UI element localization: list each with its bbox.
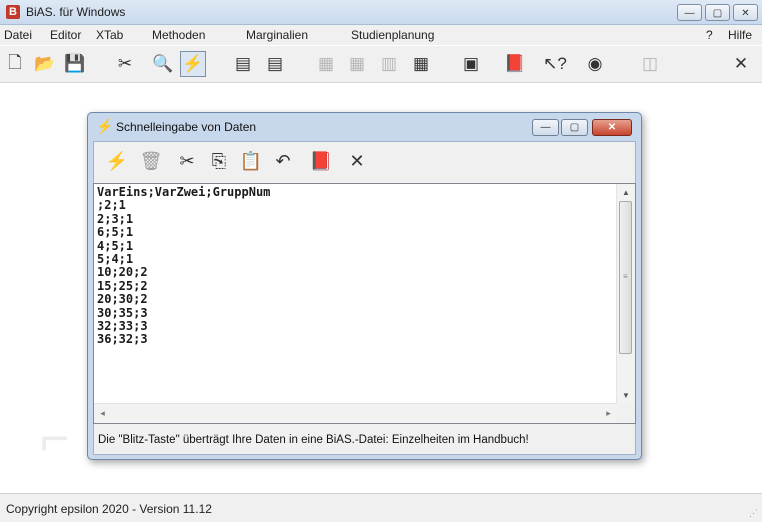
data-textarea[interactable]: VarEins;VarZwei;GruppNum ;2;1 2;3;1 6;5;… <box>94 184 617 404</box>
dialog-maximize-button[interactable]: ▢ <box>561 119 588 136</box>
close-icon[interactable]: ✕ <box>728 51 754 77</box>
lightning-icon: ⚡ <box>96 118 114 134</box>
hint-text: Die "Blitz-Taste" überträgt Ihre Daten i… <box>98 434 529 446</box>
thumb-grip-icon: ≡ <box>623 272 628 281</box>
menu-studienplanung[interactable]: Studienplanung <box>351 28 434 42</box>
handbook-icon[interactable]: 📕 <box>308 148 334 174</box>
scroll-left-arrow-icon[interactable]: ◂ <box>94 404 111 423</box>
globe-icon[interactable]: ◉ <box>582 51 608 77</box>
data-line: 4;5;1 <box>97 238 134 253</box>
menu-hilfe[interactable]: Hilfe <box>728 28 752 42</box>
scroll-corner <box>617 404 635 423</box>
cut-icon[interactable]: ✂ <box>174 148 200 174</box>
data-line: 15;25;2 <box>97 278 148 293</box>
window-title: BiAS. für Windows <box>26 5 126 19</box>
minimize-button[interactable]: — <box>677 4 702 21</box>
vertical-scrollbar[interactable]: ▲ ≡ ▼ <box>616 184 635 404</box>
background-logo: ⌐ <box>40 410 74 466</box>
close-icon[interactable]: ✕ <box>344 148 370 174</box>
check-list-green-icon[interactable]: ▤ <box>262 51 288 77</box>
data-line: 32;33;3 <box>97 319 148 334</box>
menu-xtab[interactable]: XTab <box>96 28 123 42</box>
menu-help-question[interactable]: ? <box>706 28 713 42</box>
data-line: 20;30;2 <box>97 292 148 307</box>
binoculars-icon[interactable]: 🔍 <box>150 51 176 77</box>
scroll-up-arrow-icon[interactable]: ▲ <box>617 184 635 201</box>
save-icon[interactable]: 💾 <box>62 51 88 77</box>
help-cursor-icon[interactable]: ↖? <box>542 51 568 77</box>
open-folder-icon[interactable]: 📂 <box>32 51 58 77</box>
data-line: ;2;1 <box>97 198 126 213</box>
handbook-icon[interactable]: 📕 <box>502 51 528 77</box>
document-copy-disabled-icon[interactable]: ▦ <box>344 51 370 77</box>
menu-editor[interactable]: Editor <box>50 28 81 42</box>
data-line: 36;32;3 <box>97 332 148 347</box>
main-toolbar: 🗋 📂 💾 ✂ 🔍 ⚡ ▤ ▤ ▦ ▦ ▥ ▦ ▣ 📕 ↖? ◉ ◫ ✕ <box>0 46 762 83</box>
data-line: 10;20;2 <box>97 265 148 280</box>
maximize-button[interactable]: ▢ <box>705 4 730 21</box>
status-text: Copyright epsilon 2020 - Version 11.12 <box>6 502 212 516</box>
status-bar: Copyright epsilon 2020 - Version 11.12 ⋰ <box>0 493 762 522</box>
resize-grip-icon[interactable]: ⋰ <box>749 508 758 519</box>
main-title-bar[interactable]: B BiAS. für Windows — ▢ ✕ <box>0 0 762 25</box>
trash-icon[interactable]: 🗑 <box>138 148 164 174</box>
close-button[interactable]: ✕ <box>733 4 758 21</box>
dialog-close-button[interactable]: ✕ <box>592 119 632 136</box>
horizontal-scrollbar[interactable]: ◂ ▸ <box>94 403 617 423</box>
window-disabled-icon[interactable]: ◫ <box>637 51 663 77</box>
menu-marginalien[interactable]: Marginalien <box>246 28 308 42</box>
check-list-icon[interactable]: ▤ <box>230 51 256 77</box>
bar-chart-disabled-icon[interactable]: ▥ <box>376 51 402 77</box>
document-icon[interactable]: ▦ <box>408 51 434 77</box>
data-line: 6;5;1 <box>97 225 134 240</box>
transfer-lightning-icon[interactable]: ⚡ <box>104 148 130 174</box>
menu-bar: Datei Editor XTab Methoden Marginalien S… <box>0 25 762 45</box>
dialog-title-bar[interactable]: ⚡ Schnelleingabe von Daten — ▢ ✕ <box>88 113 641 141</box>
undo-icon[interactable]: ↶ <box>270 148 296 174</box>
data-line: 5;4;1 <box>97 252 134 267</box>
quick-entry-icon[interactable]: ⚡ <box>180 51 206 77</box>
document-disabled-icon[interactable]: ▦ <box>313 51 339 77</box>
data-editor[interactable]: VarEins;VarZwei;GruppNum ;2;1 2;3;1 6;5;… <box>93 183 636 424</box>
data-line: VarEins;VarZwei;GruppNum <box>97 185 271 199</box>
scroll-down-arrow-icon[interactable]: ▼ <box>617 387 635 404</box>
dialog-body: ⚡ 🗑 ✂ ⎘ 📋 ↶ 📕 ✕ VarEins;VarZwei;GruppNum… <box>93 141 636 455</box>
scroll-right-arrow-icon[interactable]: ▸ <box>600 404 617 423</box>
new-document-icon[interactable]: 🗋 <box>2 51 28 77</box>
vertical-scroll-thumb[interactable]: ≡ <box>619 201 632 354</box>
data-line: 30;35;3 <box>97 305 148 320</box>
menu-methoden[interactable]: Methoden <box>152 28 205 42</box>
menu-datei[interactable]: Datei <box>4 28 32 42</box>
calculator-icon[interactable]: ▣ <box>458 51 484 77</box>
paste-icon[interactable]: 📋 <box>238 148 264 174</box>
dialog-title: Schnelleingabe von Daten <box>116 120 257 134</box>
bias-app-icon[interactable]: B <box>6 5 20 19</box>
copy-icon[interactable]: ⎘ <box>206 148 232 174</box>
tools-icon[interactable]: ✂ <box>112 51 138 77</box>
data-line: 2;3;1 <box>97 211 134 226</box>
quick-entry-dialog: ⚡ Schnelleingabe von Daten — ▢ ✕ ⚡ 🗑 ✂ ⎘… <box>87 112 642 460</box>
dialog-minimize-button[interactable]: — <box>532 119 559 136</box>
